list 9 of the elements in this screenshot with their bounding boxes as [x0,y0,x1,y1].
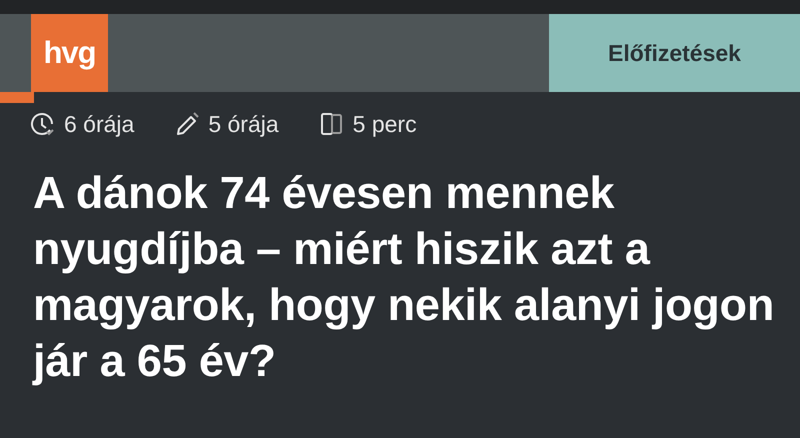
meta-text: 5 órája [208,110,279,138]
subscribe-button[interactable]: Előfizetések [549,14,800,92]
book-icon [318,111,345,137]
clock-icon [30,111,56,137]
pencil-icon [174,111,200,137]
hvg-logo[interactable]: hvg [31,14,108,92]
meta-text: 5 perc [352,110,417,138]
meta-text: 6 órája [64,110,134,138]
article-headline: A dánok 74 évesen mennek nyugdíjba – miért hiszik azt a magyarok, hogy nekik alanyi jogon jár a 65 év? [33,166,776,388]
